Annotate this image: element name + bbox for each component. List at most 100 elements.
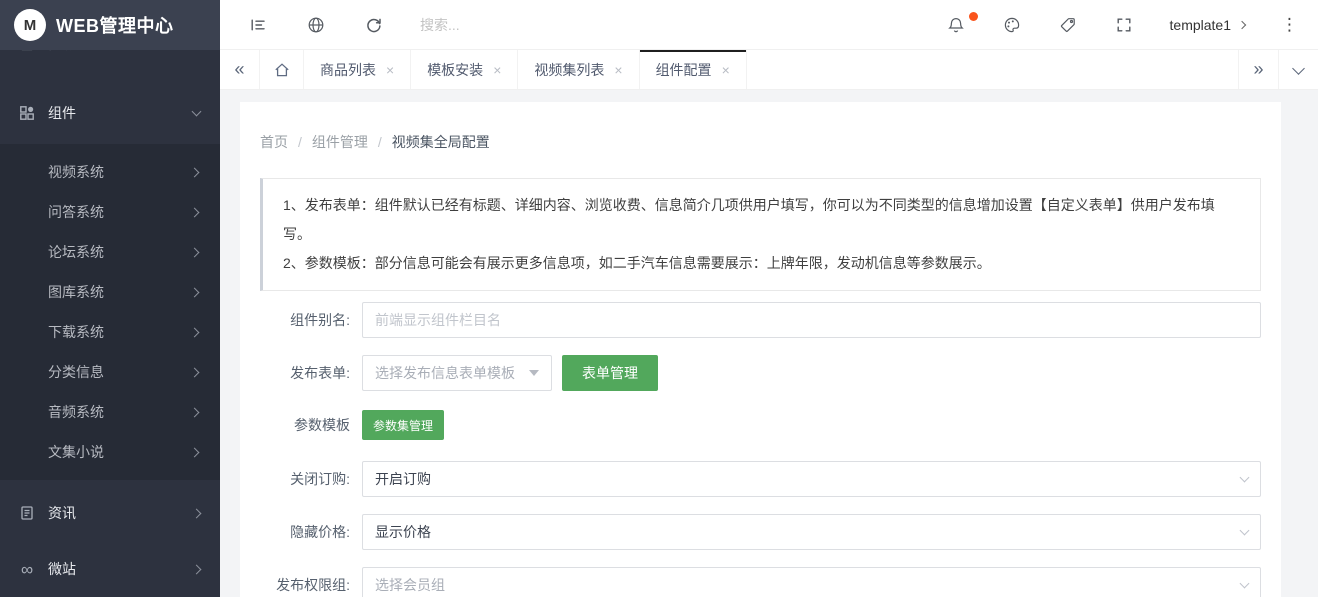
chevron-right-icon: [190, 247, 200, 257]
close-icon[interactable]: ×: [722, 63, 730, 77]
sidebar-subitem-audio[interactable]: 音频系统: [0, 392, 220, 432]
sidebar-item-microsite[interactable]: ∞ 微站: [0, 546, 220, 592]
form-row-publish-form: 发布表单: 选择发布信息表单模板 表单管理: [260, 355, 1261, 391]
alias-label: 组件别名:: [260, 310, 350, 330]
tab-label: 视频集列表: [534, 60, 604, 80]
tabs-menu-button[interactable]: [1278, 50, 1318, 89]
publish-permission-select[interactable]: 选择会员组: [362, 567, 1261, 597]
language-globe-icon[interactable]: [306, 15, 326, 35]
main-area: template1 ⋮ « 商品列表 × 模板安装 ×: [220, 0, 1318, 597]
fullscreen-icon[interactable]: [1114, 15, 1134, 35]
home-tab[interactable]: [260, 50, 304, 89]
app-root: M WEB管理中心 商城: [0, 0, 1318, 597]
form-manage-button[interactable]: 表单管理: [562, 355, 658, 391]
components-submenu: 视频系统 问答系统 论坛系统 图库系统 下载系统: [0, 144, 220, 480]
topbar: template1 ⋮: [220, 0, 1318, 50]
caret-down-icon: [529, 370, 539, 376]
tabbar-spacer: [747, 50, 1238, 89]
sidebar-subitem-download[interactable]: 下载系统: [0, 312, 220, 352]
form-row-order-switch: 关闭订购: 开启订购: [260, 461, 1261, 497]
sidebar-subitem-novel[interactable]: 文集小说: [0, 432, 220, 472]
notification-dot: [969, 12, 978, 21]
sidebar-subitem-classified[interactable]: 分类信息: [0, 352, 220, 392]
sidebar-subitem-video[interactable]: 视频系统: [0, 152, 220, 192]
app-logo: M WEB管理中心: [0, 0, 220, 50]
chevron-right-icon: [192, 564, 202, 574]
notice-line-1: 1、发布表单：组件默认已经有标题、详细内容、浏览收费、信息简介几项供用户填写，你…: [283, 191, 1240, 249]
close-icon[interactable]: ×: [614, 63, 622, 77]
infinity-icon: ∞: [18, 560, 36, 578]
tabs-scroll-left-button[interactable]: «: [220, 50, 260, 89]
chevron-down-icon: [1240, 473, 1250, 483]
select-value: 显示价格: [375, 522, 431, 542]
home-icon: [273, 61, 291, 79]
chevron-down-icon: [1240, 526, 1250, 536]
select-value: 开启订购: [375, 469, 431, 489]
order-switch-select[interactable]: 开启订购: [362, 461, 1261, 497]
chevron-right-icon: [190, 327, 200, 337]
sidebar-subitem-forum[interactable]: 论坛系统: [0, 232, 220, 272]
tag-icon[interactable]: [1058, 15, 1078, 35]
close-icon[interactable]: ×: [386, 63, 394, 77]
chevron-right-icon: [190, 447, 200, 457]
content-area: 首页 / 组件管理 / 视频集全局配置 1、发布表单：组件默认已经有标题、详细内…: [220, 90, 1318, 597]
sidebar-item-label: 商城: [48, 50, 193, 54]
tabs-scroll-right-button[interactable]: »: [1238, 50, 1278, 89]
more-menu-icon[interactable]: ⋮: [1281, 16, 1298, 33]
breadcrumb-component-management[interactable]: 组件管理: [312, 132, 368, 152]
components-grid-icon: [18, 104, 36, 122]
sidebar-item-components[interactable]: 组件: [0, 90, 220, 136]
breadcrumb: 首页 / 组件管理 / 视频集全局配置: [260, 102, 1261, 152]
chevron-right-icon: [190, 287, 200, 297]
theme-palette-icon[interactable]: [1002, 15, 1022, 35]
hide-price-select[interactable]: 显示价格: [362, 514, 1261, 550]
sidebar-toggle-icon[interactable]: [248, 15, 268, 35]
search-input[interactable]: [420, 17, 780, 33]
tab-component-config[interactable]: 组件配置 ×: [640, 50, 747, 89]
order-switch-label: 关闭订购:: [260, 469, 350, 489]
topbar-right: template1 ⋮: [946, 15, 1298, 35]
publish-form-select[interactable]: 选择发布信息表单模板: [362, 355, 552, 391]
sidebar-item-news[interactable]: 资讯: [0, 490, 220, 536]
publish-permission-label: 发布权限组:: [260, 575, 350, 595]
sidebar-item-label: 微站: [48, 559, 193, 579]
sidebar-item-partial[interactable]: 商城: [0, 50, 220, 66]
config-panel: 首页 / 组件管理 / 视频集全局配置 1、发布表单：组件默认已经有标题、详细内…: [240, 102, 1281, 597]
chevron-down-icon: [1292, 62, 1305, 75]
tab-label: 商品列表: [320, 60, 376, 80]
chevron-right-icon: [192, 508, 202, 518]
refresh-icon[interactable]: [364, 15, 384, 35]
param-set-manage-button[interactable]: 参数集管理: [362, 410, 444, 440]
notification-bell-icon[interactable]: [946, 15, 966, 35]
close-icon[interactable]: ×: [493, 63, 501, 77]
publish-form-label: 发布表单:: [260, 363, 350, 383]
breadcrumb-separator: /: [298, 134, 302, 150]
component-config-form: 组件别名: 发布表单: 选择发布信息表单模板 表单管理: [260, 302, 1261, 597]
chevron-right-icon: [190, 367, 200, 377]
tab-video-collection-list[interactable]: 视频集列表 ×: [518, 50, 639, 89]
store-icon: [18, 50, 36, 53]
news-doc-icon: [18, 504, 36, 522]
chevron-down-icon: [1240, 579, 1250, 589]
sidebar-item-label: 资讯: [48, 503, 193, 523]
select-placeholder: 选择发布信息表单模板: [375, 363, 515, 383]
chevron-right-icon: [190, 207, 200, 217]
logo-mark: M: [14, 9, 46, 41]
sidebar: M WEB管理中心 商城: [0, 0, 220, 597]
template-switcher[interactable]: template1: [1170, 17, 1245, 33]
sidebar-subitem-gallery[interactable]: 图库系统: [0, 272, 220, 312]
form-row-hide-price: 隐藏价格: 显示价格: [260, 514, 1261, 550]
tab-template-install[interactable]: 模板安装 ×: [411, 50, 518, 89]
alias-input[interactable]: [362, 302, 1261, 338]
hide-price-label: 隐藏价格:: [260, 522, 350, 542]
param-template-label: 参数模板: [260, 415, 350, 435]
breadcrumb-home[interactable]: 首页: [260, 132, 288, 152]
chevron-right-icon: [190, 167, 200, 177]
sidebar-subitem-qa[interactable]: 问答系统: [0, 192, 220, 232]
select-placeholder: 选择会员组: [375, 575, 445, 595]
breadcrumb-current: 视频集全局配置: [392, 132, 490, 152]
form-row-param-template: 参数模板 参数集管理: [260, 410, 1261, 440]
help-notice-box: 1、发布表单：组件默认已经有标题、详细内容、浏览收费、信息简介几项供用户填写，你…: [260, 178, 1261, 291]
notice-line-2: 2、参数模板：部分信息可能会有展示更多信息项，如二手汽车信息需要展示：上牌年限，…: [283, 249, 1240, 278]
tab-goods-list[interactable]: 商品列表 ×: [304, 50, 411, 89]
